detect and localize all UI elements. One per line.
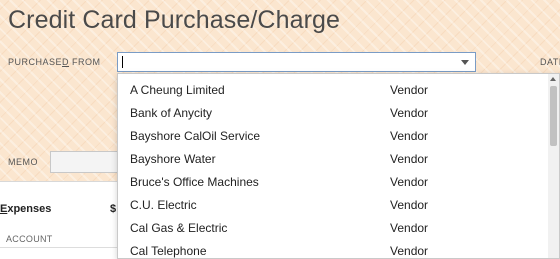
vendor-type: Vendor	[390, 152, 429, 166]
scroll-up-arrow-icon[interactable]	[550, 77, 556, 81]
tab-expenses[interactable]: Expenses	[0, 203, 51, 215]
purchased-from-label-accesskey: D	[62, 57, 70, 67]
list-item[interactable]: C.U. Electric Vendor	[118, 192, 548, 215]
vendor-name: C.U. Electric	[130, 198, 197, 212]
list-item[interactable]: Bank of Anycity Vendor	[118, 100, 548, 123]
purchased-from-combobox[interactable]	[117, 52, 476, 72]
text-caret	[122, 56, 123, 68]
list-item[interactable]: Bruce's Office Machines Vendor	[118, 169, 548, 192]
vendor-name: Bank of Anycity	[130, 106, 213, 120]
vendor-dropdown-list[interactable]: A Cheung Limited Vendor Bank of Anycity …	[117, 73, 560, 259]
chevron-down-icon[interactable]	[461, 60, 469, 65]
vendor-type: Vendor	[390, 221, 429, 235]
vendor-name: Bayshore CalOil Service	[130, 129, 261, 143]
vendor-type: Vendor	[390, 83, 429, 97]
date-label: DATE	[540, 57, 560, 67]
column-header-account: ACCOUNT	[6, 234, 53, 244]
list-item[interactable]: Cal Telephone Vendor	[118, 238, 548, 258]
list-item[interactable]: Cal Gas & Electric Vendor	[118, 215, 548, 238]
vendor-type: Vendor	[390, 198, 429, 212]
table-divider	[0, 247, 120, 248]
list-item[interactable]: Bayshore CalOil Service Vendor	[118, 123, 548, 146]
page-title: Credit Card Purchase/Charge	[8, 6, 341, 34]
vendor-name: Bayshore Water	[130, 152, 216, 166]
vendor-name: A Cheung Limited	[130, 83, 225, 97]
list-item[interactable]: A Cheung Limited Vendor	[118, 77, 548, 100]
vendor-name: Bruce's Office Machines	[130, 175, 259, 189]
vendor-type: Vendor	[390, 244, 429, 258]
vendor-type: Vendor	[390, 175, 429, 189]
purchased-from-label: PURCHASED FROM	[8, 57, 101, 67]
list-item[interactable]: Bayshore Water Vendor	[118, 146, 548, 169]
vendor-type: Vendor	[390, 106, 429, 120]
vendor-type: Vendor	[390, 129, 429, 143]
tab-expenses-label: xpenses	[7, 203, 52, 215]
scrollbar-thumb[interactable]	[550, 86, 557, 146]
vendor-name: Cal Gas & Electric	[130, 221, 228, 235]
vendor-name: Cal Telephone	[130, 244, 207, 258]
purchased-from-label-part2: FROM	[69, 57, 101, 67]
purchased-from-label-part1: PURCHASE	[8, 57, 63, 67]
dropdown-scrollbar[interactable]	[548, 74, 559, 258]
memo-label: MEMO	[8, 157, 38, 167]
expenses-amount: $	[110, 203, 117, 215]
